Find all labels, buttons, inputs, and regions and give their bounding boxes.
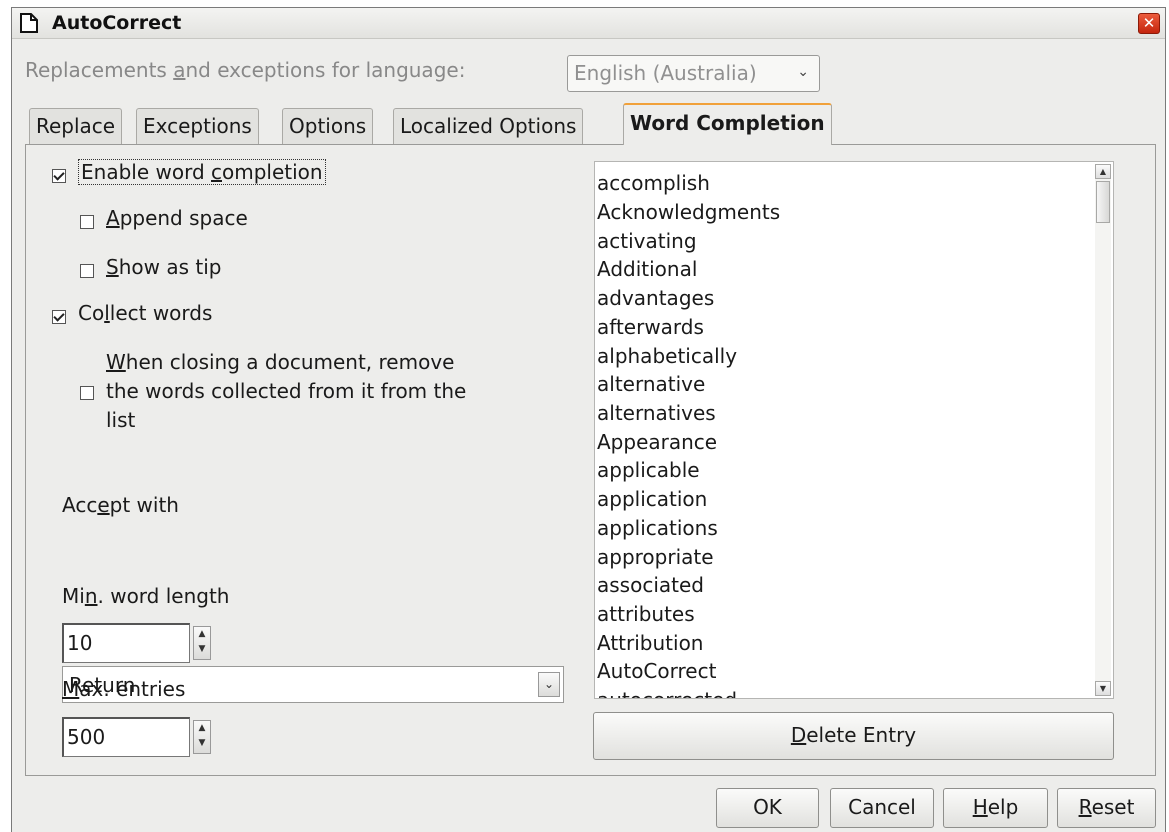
list-item[interactable]: Attribution — [597, 631, 703, 655]
remove-on-close-checkbox[interactable] — [80, 386, 94, 400]
list-item[interactable]: Appearance — [597, 430, 717, 454]
word-completion-panel: Enable word completion Append space Show… — [25, 144, 1156, 776]
list-item[interactable]: Acknowledgments — [597, 200, 780, 224]
list-item[interactable]: AutoCorrect — [597, 659, 716, 683]
tab-localized-options[interactable]: Localized Options — [393, 108, 584, 144]
list-item[interactable]: alternatives — [597, 401, 716, 425]
document-icon — [20, 13, 38, 33]
list-item[interactable]: alternative — [597, 372, 705, 396]
max-entries-label: Max. entries — [62, 677, 186, 701]
enable-word-completion-label[interactable]: Enable word completion — [78, 159, 326, 185]
tab-exceptions[interactable]: Exceptions — [136, 108, 259, 144]
help-button[interactable]: Help — [943, 788, 1048, 828]
triangle-up-icon[interactable]: ▲ — [194, 721, 210, 736]
scroll-up-icon[interactable]: ▲ — [1095, 164, 1111, 179]
enable-word-completion-checkbox[interactable] — [52, 169, 66, 183]
min-length-stepper[interactable]: ▲ ▼ — [193, 626, 211, 660]
word-list[interactable]: accomplish Acknowledgments activating Ad… — [594, 161, 1114, 699]
list-item[interactable]: alphabetically — [597, 344, 737, 368]
min-word-length-label: Min. word length — [62, 584, 230, 608]
list-item[interactable]: accomplish — [597, 171, 710, 195]
append-space-label[interactable]: Append space — [106, 206, 248, 230]
list-item[interactable]: Additional — [597, 257, 697, 281]
autocorrect-dialog: AutoCorrect ✕ Replacements and exception… — [11, 7, 1166, 832]
reset-button[interactable]: Reset — [1057, 788, 1156, 828]
delete-entry-button[interactable]: Delete Entry — [593, 712, 1114, 760]
list-item[interactable]: activating — [597, 229, 697, 253]
list-item[interactable]: afterwards — [597, 315, 704, 339]
ok-button[interactable]: OK — [716, 788, 819, 828]
title-bar: AutoCorrect ✕ — [12, 8, 1165, 39]
close-icon[interactable]: ✕ — [1138, 13, 1160, 34]
cancel-button[interactable]: Cancel — [830, 788, 934, 828]
show-as-tip-checkbox[interactable] — [80, 264, 94, 278]
triangle-up-icon[interactable]: ▲ — [194, 627, 210, 642]
list-item[interactable]: applications — [597, 516, 718, 540]
tab-word-completion[interactable]: Word Completion — [623, 103, 832, 145]
list-item[interactable]: appropriate — [597, 545, 714, 569]
collect-words-label[interactable]: Collect words — [78, 301, 212, 325]
list-item[interactable]: associated — [597, 573, 704, 597]
window-title: AutoCorrect — [52, 12, 182, 34]
list-item[interactable]: attributes — [597, 602, 695, 626]
chevron-down-icon[interactable]: ⌄ — [538, 672, 560, 697]
word-list-scrollbar[interactable]: ▲ ▼ — [1095, 164, 1111, 696]
language-value: English (Australia) — [574, 61, 757, 85]
min-word-length-field[interactable]: 10 ▲ ▼ — [62, 623, 211, 663]
accept-with-label: Accept with — [62, 493, 179, 517]
collect-words-checkbox[interactable] — [52, 310, 66, 324]
chevron-down-icon: ⌄ — [797, 64, 809, 80]
list-item[interactable]: application — [597, 487, 707, 511]
language-label: Replacements and exceptions for language… — [25, 58, 466, 82]
remove-on-close-label[interactable]: When closing a document, remove the words… — [106, 348, 466, 435]
list-item[interactable]: autocorrected — [597, 688, 737, 698]
show-as-tip-label[interactable]: Show as tip — [106, 255, 221, 279]
max-entries-field[interactable]: 500 ▲ ▼ — [62, 717, 211, 757]
scroll-thumb[interactable] — [1096, 181, 1110, 223]
append-space-checkbox[interactable] — [80, 215, 94, 229]
triangle-down-icon[interactable]: ▼ — [194, 642, 210, 657]
tab-replace[interactable]: Replace — [29, 108, 123, 144]
triangle-down-icon[interactable]: ▼ — [194, 736, 210, 751]
tab-options[interactable]: Options — [282, 108, 374, 144]
scroll-down-icon[interactable]: ▼ — [1095, 681, 1111, 696]
max-entries-stepper[interactable]: ▲ ▼ — [193, 720, 211, 754]
list-item[interactable]: advantages — [597, 286, 714, 310]
list-item[interactable]: applicable — [597, 458, 700, 482]
language-select[interactable]: English (Australia) ⌄ — [567, 55, 820, 92]
